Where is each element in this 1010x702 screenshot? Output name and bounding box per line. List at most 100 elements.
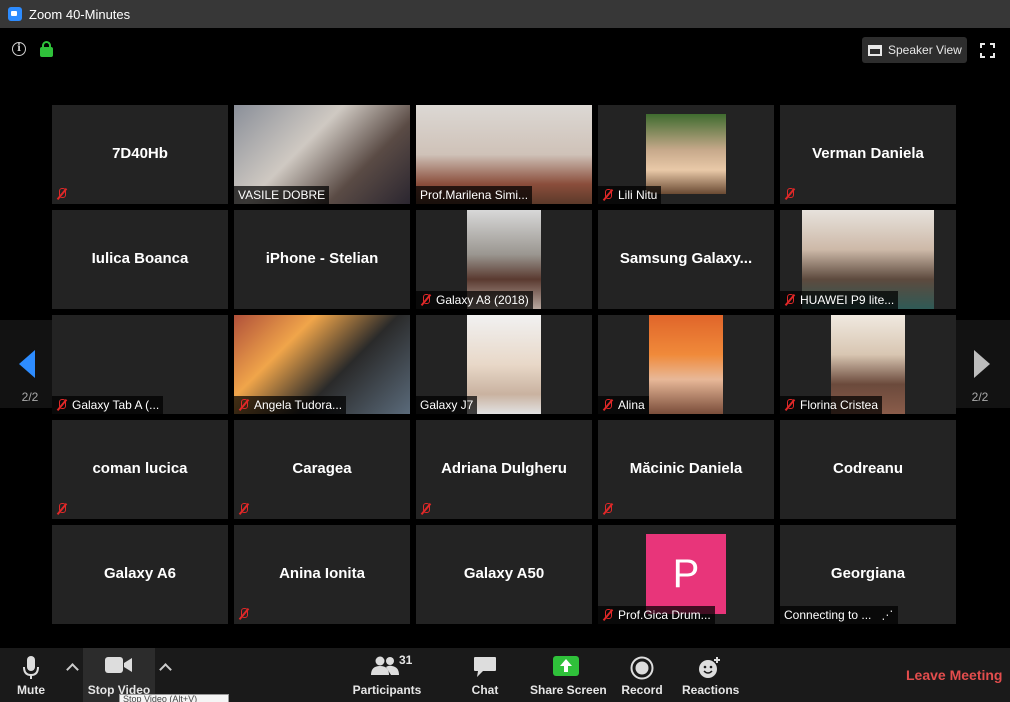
participant-tile[interactable]: Alina — [598, 315, 774, 414]
share-screen-label: Share Screen — [530, 683, 607, 697]
participant-name: coman lucica — [92, 460, 188, 477]
window-title: Zoom 40-Minutes — [29, 6, 131, 22]
participants-button[interactable]: 31 Participants — [352, 648, 422, 702]
fullscreen-icon[interactable] — [980, 43, 995, 58]
participant-name: Georgiana — [830, 565, 906, 582]
participant-tile[interactable]: Georgiana Connecting to ... ⋰ — [780, 525, 956, 624]
participant-label: HUAWEI P9 lite... — [780, 291, 899, 309]
muted-mic-icon — [56, 188, 68, 200]
participant-tile[interactable]: 7D40Hb — [52, 105, 228, 204]
participant-name: Anina Ionita — [279, 565, 365, 582]
participant-tile[interactable]: Iulica Boanca — [52, 210, 228, 309]
participant-tile[interactable]: Prof.Marilena Simi... — [416, 105, 592, 204]
participant-tile[interactable]: HUAWEI P9 lite... — [780, 210, 956, 309]
participant-label: Alina — [598, 396, 649, 414]
participant-tile[interactable]: Galaxy A8 (2018) — [416, 210, 592, 309]
muted-mic-icon — [238, 503, 250, 515]
zoom-logo-icon — [8, 7, 22, 21]
encryption-lock-icon[interactable] — [40, 41, 53, 57]
mute-label: Mute — [17, 683, 45, 697]
participant-name: Samsung Galaxy... — [619, 250, 753, 267]
participant-video — [649, 315, 723, 414]
participants-label: Participants — [352, 683, 422, 697]
reactions-button[interactable]: Reactions — [682, 648, 739, 702]
participant-label: Prof.Gica Drum... — [598, 606, 715, 624]
next-page-button[interactable]: 2/2 — [950, 320, 1010, 408]
speaker-view-label: Speaker View — [888, 43, 962, 57]
participant-tile[interactable]: Galaxy Tab A (... — [52, 315, 228, 414]
participant-tile[interactable]: iPhone - Stelian — [234, 210, 410, 309]
participant-name: iPhone - Stelian — [265, 250, 379, 267]
info-icon[interactable]: i — [12, 42, 26, 56]
participant-label-text: Alina — [618, 398, 645, 412]
leave-meeting-button[interactable]: Leave Meeting — [906, 667, 1002, 683]
record-button[interactable]: Record — [620, 648, 664, 702]
participant-tile[interactable]: P Prof.Gica Drum... — [598, 525, 774, 624]
share-screen-button[interactable]: Share Screen — [530, 648, 607, 702]
participant-name: Galaxy A50 — [463, 565, 545, 582]
participant-name: Măcinic Daniela — [629, 460, 743, 477]
muted-mic-icon — [784, 188, 796, 200]
participant-label: Lili Nitu — [598, 186, 662, 204]
participant-tile[interactable]: Galaxy J7 — [416, 315, 592, 414]
participant-label: Florina Cristea — [780, 396, 883, 414]
participant-name: Adriana Dulgheru — [441, 460, 567, 477]
participant-label-text: Prof.Marilena Simi... — [420, 188, 529, 202]
video-options-caret-icon[interactable] — [159, 662, 171, 674]
participant-name: 7D40Hb — [112, 145, 168, 162]
participant-name: Codreanu — [832, 460, 903, 477]
speaker-view-button[interactable]: Speaker View — [862, 37, 967, 63]
muted-mic-icon — [784, 294, 796, 306]
arrow-right-icon — [974, 350, 990, 378]
muted-mic-icon — [602, 609, 614, 621]
participant-label: Prof.Marilena Simi... — [416, 186, 533, 204]
share-screen-icon — [553, 656, 579, 676]
participant-label: Angela Tudora... — [234, 396, 347, 414]
participant-label: Galaxy J7 — [416, 396, 478, 414]
zoom-window: Zoom 40-Minutes i Speaker View 2/2 2/2 7… — [0, 0, 1010, 702]
participant-tile[interactable]: Măcinic Daniela — [598, 420, 774, 519]
page-indicator-right: 2/2 — [971, 390, 989, 404]
participants-count: 31 — [399, 653, 413, 667]
participant-label-text: Galaxy A8 (2018) — [436, 293, 529, 307]
muted-mic-icon — [602, 399, 614, 411]
participant-tile[interactable]: Samsung Galaxy... — [598, 210, 774, 309]
previous-page-button[interactable]: 2/2 — [0, 320, 60, 408]
participant-label-text: Connecting to ... — [784, 608, 872, 622]
muted-mic-icon — [602, 503, 614, 515]
audio-options-caret-icon[interactable] — [66, 662, 78, 674]
participant-tile[interactable]: Adriana Dulgheru — [416, 420, 592, 519]
participant-label-text: Lili Nitu — [618, 188, 658, 202]
participant-tile[interactable]: VASILE DOBRE — [234, 105, 410, 204]
participant-name: Verman Daniela — [812, 145, 924, 162]
chat-button[interactable]: Chat — [462, 648, 508, 702]
participant-tile[interactable]: Galaxy A50 — [416, 525, 592, 624]
participant-tile[interactable]: Verman Daniela — [780, 105, 956, 204]
participant-label-text: Prof.Gica Drum... — [618, 608, 711, 622]
participant-tile[interactable]: Galaxy A6 — [52, 525, 228, 624]
mute-button[interactable]: Mute — [8, 648, 54, 702]
participant-tile[interactable]: coman lucica — [52, 420, 228, 519]
chat-bubble-icon — [474, 657, 496, 677]
speaker-view-icon — [868, 44, 882, 56]
participant-video — [467, 315, 541, 414]
muted-mic-icon — [420, 294, 432, 306]
participant-video — [646, 114, 726, 194]
microphone-icon — [23, 656, 39, 679]
muted-mic-icon — [784, 399, 796, 411]
muted-mic-icon — [238, 399, 250, 411]
participant-name: Iulica Boanca — [91, 250, 189, 267]
title-bar: Zoom 40-Minutes — [0, 0, 1010, 28]
participant-tile[interactable]: Caragea — [234, 420, 410, 519]
muted-mic-icon — [420, 503, 432, 515]
participant-tile[interactable]: Lili Nitu — [598, 105, 774, 204]
participant-tile[interactable]: Codreanu — [780, 420, 956, 519]
participant-tile[interactable]: Anina Ionita — [234, 525, 410, 624]
participant-label-text: Angela Tudora... — [254, 398, 343, 412]
participant-label-text: HUAWEI P9 lite... — [800, 293, 895, 307]
video-camera-icon — [105, 657, 132, 673]
participant-label-text: Galaxy J7 — [420, 398, 474, 412]
loading-spinner-icon: ⋰ — [881, 608, 895, 622]
participant-tile[interactable]: Angela Tudora... — [234, 315, 410, 414]
participant-tile[interactable]: Florina Cristea — [780, 315, 956, 414]
